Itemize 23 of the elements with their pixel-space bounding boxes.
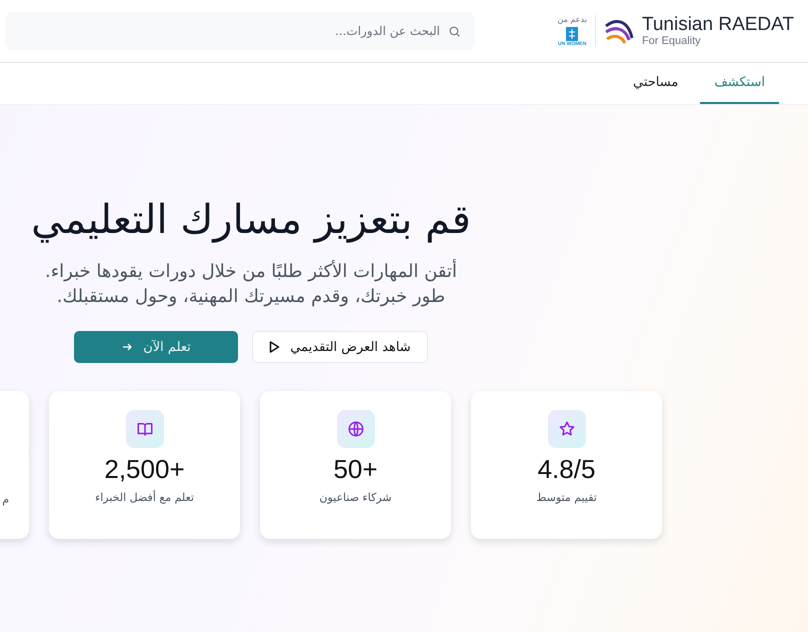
stat-label: م bbox=[2, 493, 9, 506]
stat-label: تقييم متوسط bbox=[536, 491, 597, 504]
stat-value: 50+ bbox=[333, 454, 378, 485]
hero-title: قم بتعزيز مسارك التعليمي bbox=[31, 197, 471, 243]
brand-name: Tunisian RAEDAT bbox=[642, 14, 794, 36]
brand-tagline: For Equality bbox=[642, 35, 702, 48]
stat-value: 4.8/5 bbox=[538, 454, 596, 485]
nav-tab[interactable]: مساحتي bbox=[619, 63, 692, 104]
swoosh-logo-icon bbox=[604, 18, 634, 44]
search-icon bbox=[448, 25, 461, 38]
stat-value: 2,500+ bbox=[104, 454, 185, 485]
play-icon bbox=[269, 341, 280, 353]
stat-label: شركاء صناعيون bbox=[319, 491, 392, 504]
supported-by-label: بدعم من bbox=[558, 14, 587, 24]
learn-now-button[interactable]: تعلم الآن bbox=[74, 331, 238, 363]
hero-subtitle: أتقن المهارات الأكثر طلبًا من خلال دورات يقودها خبراء. طور خبرتك، وقدم مسيرتك المهنية، وحول مستقبلك. bbox=[44, 259, 458, 309]
stat-label: تعلم مع أفضل الخبراء bbox=[95, 491, 194, 504]
book-icon bbox=[136, 420, 154, 438]
arrow-icon bbox=[121, 341, 134, 353]
globe-icon bbox=[346, 420, 364, 438]
star-icon bbox=[558, 420, 576, 438]
watch-demo-button[interactable]: شاهد العرض التقديمي bbox=[252, 331, 428, 363]
search-field[interactable]: البحث عن الدورات... bbox=[5, 12, 475, 50]
